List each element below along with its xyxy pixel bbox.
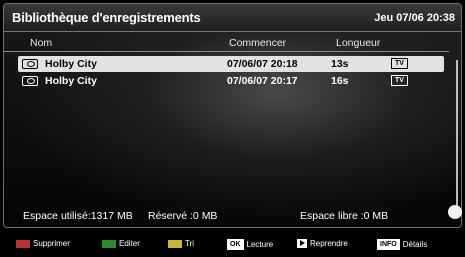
recording-length: 16s	[331, 75, 349, 87]
space-used-label: Espace utilisé:1317 MB	[23, 210, 133, 222]
tv-icon: TV	[391, 58, 408, 69]
column-header-name[interactable]: Nom	[30, 37, 52, 49]
play-label: Lecture	[246, 240, 274, 249]
recording-start: 07/06/07 20:18	[227, 58, 298, 70]
edit-label: Editer	[119, 239, 140, 248]
sort-button[interactable]: Tri	[168, 239, 194, 248]
details-button[interactable]: INFO Détails	[377, 239, 427, 250]
info-key-icon: INFO	[377, 239, 400, 250]
details-label: Détails	[402, 240, 428, 249]
play-button[interactable]: OK Lecture	[227, 239, 273, 250]
yellow-key-icon	[168, 239, 182, 248]
column-header-start[interactable]: Commencer	[229, 37, 286, 49]
page-title: Bibliothèque d'enregistrements	[12, 10, 201, 25]
green-key-icon	[102, 239, 116, 248]
ok-key-icon: OK	[227, 239, 244, 250]
recording-row[interactable]: Holby City 07/06/07 20:17 16s TV	[18, 73, 444, 89]
watched-icon	[22, 76, 38, 86]
resume-label: Reprendre	[310, 239, 348, 248]
button-legend: Supprimer Editer Tri OK Lecture Reprendr…	[0, 229, 465, 257]
scrollbar-track[interactable]	[456, 60, 458, 210]
scrollbar-knob[interactable]	[448, 205, 462, 219]
resume-button[interactable]: Reprendre	[297, 239, 348, 248]
red-key-icon	[16, 239, 30, 248]
watched-icon	[22, 59, 38, 69]
date-time: Jeu 07/06 20:38	[374, 12, 455, 24]
recording-name: Holby City	[45, 75, 97, 87]
space-reserved-label: Réservé :0 MB	[148, 210, 218, 222]
play-key-icon	[297, 239, 307, 248]
title-bar: Bibliothèque d'enregistrements Jeu 07/06…	[4, 4, 461, 32]
edit-button[interactable]: Editer	[102, 239, 140, 248]
delete-button[interactable]: Supprimer	[16, 239, 70, 248]
recording-start: 07/06/07 20:17	[227, 75, 298, 87]
tv-icon: TV	[391, 75, 408, 86]
delete-label: Supprimer	[33, 239, 70, 248]
column-header-length[interactable]: Longueur	[336, 37, 380, 49]
space-free-label: Espace libre :0 MB	[300, 210, 389, 222]
recording-length: 13s	[331, 58, 349, 70]
sort-label: Tri	[185, 239, 195, 248]
header-divider	[4, 51, 449, 52]
recording-name: Holby City	[45, 58, 97, 70]
recording-row[interactable]: Holby City 07/06/07 20:18 13s TV	[18, 56, 444, 72]
